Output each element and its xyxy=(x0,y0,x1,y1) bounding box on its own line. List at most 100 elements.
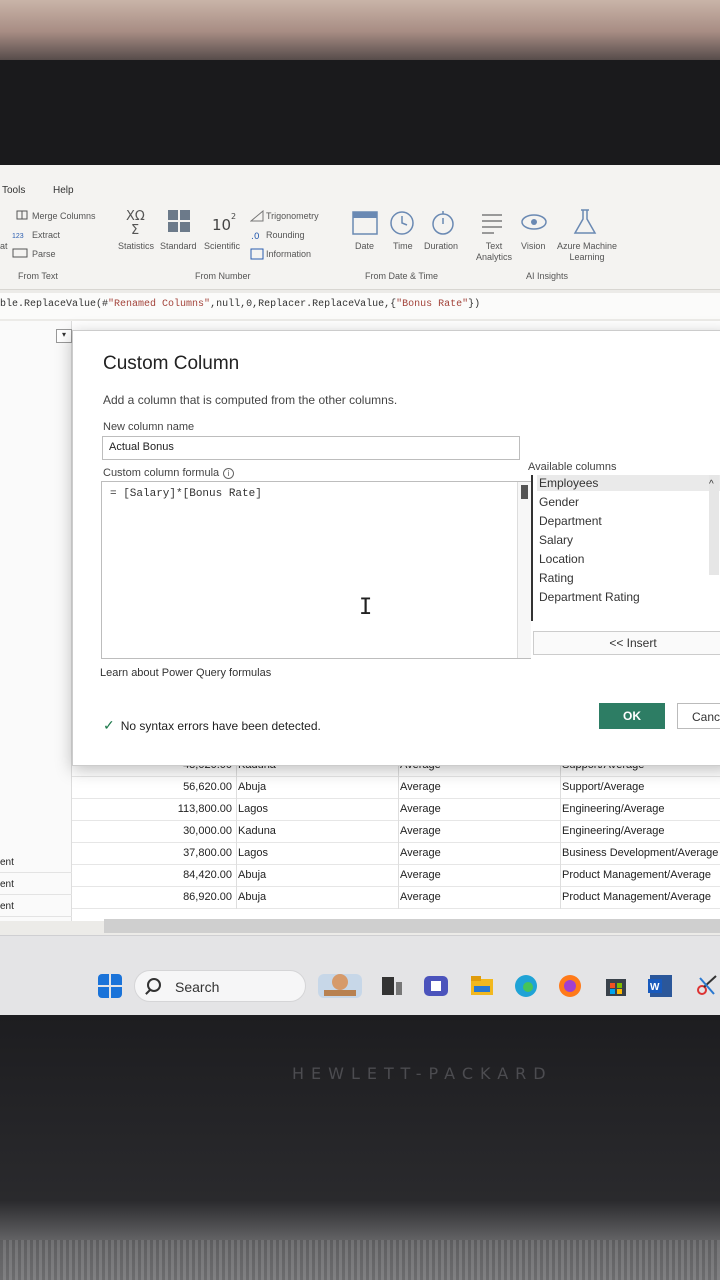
merge-columns-button[interactable]: Merge Columns xyxy=(32,211,96,221)
file-explorer-icon[interactable] xyxy=(470,974,494,998)
formula-editor[interactable]: = [Salary]*[Bonus Rate] xyxy=(101,481,531,659)
salary-cell[interactable]: 113,800.00 xyxy=(72,803,232,815)
location-cell[interactable]: Abuja xyxy=(238,869,266,881)
menu-tools[interactable]: Tools xyxy=(2,185,25,196)
department-rating-cell[interactable]: Engineering/Average xyxy=(562,803,665,815)
parse-button[interactable]: Parse xyxy=(32,249,56,259)
menu-bar: Tools Help xyxy=(0,165,720,205)
department-rating-cell[interactable]: Support/Average xyxy=(562,781,644,793)
trigonometry-icon xyxy=(250,210,264,222)
available-columns-list[interactable]: Employees Gender Department Salary Locat… xyxy=(531,475,720,621)
available-column-item[interactable]: Employees xyxy=(537,475,720,491)
statistics-icon: XΩΣ xyxy=(126,209,145,236)
extract-button[interactable]: Extract xyxy=(32,230,60,240)
cell-divider xyxy=(560,799,561,821)
teams-icon[interactable] xyxy=(424,974,448,998)
text-analytics-button[interactable]: Text Analytics xyxy=(475,241,513,263)
column-filter-dropdown-icon[interactable]: ▾ xyxy=(56,329,72,343)
salary-cell[interactable]: 37,800.00 xyxy=(72,847,232,859)
department-rating-cell[interactable]: Product Management/Average xyxy=(562,891,711,903)
location-cell[interactable]: Lagos xyxy=(238,847,268,859)
available-column-item[interactable]: Salary xyxy=(537,532,720,548)
date-button[interactable]: Date xyxy=(355,241,374,251)
search-highlight-icon[interactable] xyxy=(318,970,362,1000)
salary-cell[interactable]: 84,420.00 xyxy=(72,869,232,881)
task-view-icon[interactable] xyxy=(380,974,404,998)
cell-divider xyxy=(398,843,399,865)
available-columns-label: Available columns xyxy=(528,461,617,473)
horizontal-scrollbar[interactable] xyxy=(104,919,720,933)
left-cell[interactable]: ent xyxy=(0,873,72,895)
available-column-item[interactable]: Department xyxy=(537,513,720,529)
location-cell[interactable]: Abuja xyxy=(238,781,266,793)
insert-button[interactable]: << Insert xyxy=(533,631,720,655)
scroll-thumb[interactable] xyxy=(521,485,528,499)
table-row[interactable]: 56,620.00 Abuja Average Support/Average xyxy=(72,777,720,799)
available-column-item[interactable]: Department Rating xyxy=(537,589,720,605)
cell-divider xyxy=(560,843,561,865)
department-rating-cell[interactable]: Product Management/Average xyxy=(562,869,711,881)
available-column-item[interactable]: Rating xyxy=(537,570,720,586)
word-icon[interactable]: W xyxy=(648,974,674,998)
rating-cell[interactable]: Average xyxy=(400,869,441,881)
standard-button[interactable]: Standard xyxy=(160,241,197,251)
available-column-item[interactable]: Location xyxy=(537,551,720,567)
salary-cell[interactable]: 56,620.00 xyxy=(72,781,232,793)
table-row[interactable]: 84,420.00 Abuja Average Product Management/… xyxy=(72,865,720,887)
time-icon xyxy=(390,211,414,235)
cell-divider xyxy=(560,865,561,887)
statistics-button[interactable]: Statistics xyxy=(118,241,154,251)
salary-cell[interactable]: 30,000.00 xyxy=(72,825,232,837)
new-column-name-input[interactable]: Actual Bonus xyxy=(102,436,520,460)
table-row[interactable]: 30,000.00 Kaduna Average Engineering/Averag… xyxy=(72,821,720,843)
group-label-from-date-time: From Date & Time xyxy=(365,271,439,281)
rating-cell[interactable]: Average xyxy=(400,825,441,837)
edge-icon[interactable] xyxy=(514,974,538,998)
time-button[interactable]: Time xyxy=(393,241,413,251)
svg-text:XΩ: XΩ xyxy=(126,209,145,224)
extract-icon: 123 xyxy=(12,233,24,239)
trigonometry-button[interactable]: Trigonometry xyxy=(266,211,319,221)
snipping-tool-icon[interactable] xyxy=(694,974,718,998)
scientific-button[interactable]: Scientific xyxy=(204,241,240,251)
salary-cell[interactable]: 86,920.00 xyxy=(72,891,232,903)
ok-button[interactable]: OK xyxy=(599,703,665,729)
vision-button[interactable]: Vision xyxy=(521,241,545,251)
windows-start-icon[interactable] xyxy=(98,974,122,998)
left-column: ent ent ent xyxy=(0,321,72,921)
department-rating-cell[interactable]: Engineering/Average xyxy=(562,825,665,837)
rating-cell[interactable]: Average xyxy=(400,781,441,793)
store-icon[interactable] xyxy=(604,974,628,998)
formula-bar[interactable]: ble.ReplaceValue(#"Renamed Columns",null… xyxy=(0,293,720,319)
department-rating-cell[interactable]: Business Development/Average xyxy=(562,847,718,859)
rating-cell[interactable]: Average xyxy=(400,891,441,903)
location-cell[interactable]: Kaduna xyxy=(238,825,276,837)
menu-help[interactable]: Help xyxy=(53,185,74,196)
rounding-button[interactable]: Rounding xyxy=(266,230,305,240)
formula-editor-scrollbar[interactable] xyxy=(517,482,531,658)
available-column-item[interactable]: Gender xyxy=(537,494,720,510)
taskbar-search[interactable]: Search xyxy=(134,970,306,1002)
table-row[interactable]: 86,920.00 Abuja Average Product Management/… xyxy=(72,887,720,909)
available-columns-scrollbar[interactable] xyxy=(709,475,719,575)
svg-text:10: 10 xyxy=(212,216,231,234)
left-cell[interactable]: ent xyxy=(0,895,72,917)
text-analytics-icon xyxy=(482,214,502,234)
formula-bar-prefix: ble.ReplaceValue(# xyxy=(0,299,109,310)
firefox-icon[interactable] xyxy=(558,974,582,998)
location-cell[interactable]: Abuja xyxy=(238,891,266,903)
table-row[interactable]: 37,800.00 Lagos Average Business Developmen… xyxy=(72,843,720,865)
cancel-button[interactable]: Canc xyxy=(677,703,720,729)
rating-cell[interactable]: Average xyxy=(400,847,441,859)
info-icon[interactable]: i xyxy=(223,467,235,479)
formula-bar-suffix: }) xyxy=(468,299,481,310)
chevron-up-icon[interactable]: ^ xyxy=(709,479,714,490)
learn-formulas-link[interactable]: Learn about Power Query formulas xyxy=(100,667,271,679)
duration-button[interactable]: Duration xyxy=(424,241,458,251)
information-button[interactable]: Information xyxy=(266,249,311,259)
left-cell[interactable]: ent xyxy=(0,851,72,873)
table-row[interactable]: 113,800.00 Lagos Average Engineering/Averag… xyxy=(72,799,720,821)
rating-cell[interactable]: Average xyxy=(400,803,441,815)
location-cell[interactable]: Lagos xyxy=(238,803,268,815)
azure-ml-button[interactable]: Azure Machine Learning xyxy=(554,241,620,263)
